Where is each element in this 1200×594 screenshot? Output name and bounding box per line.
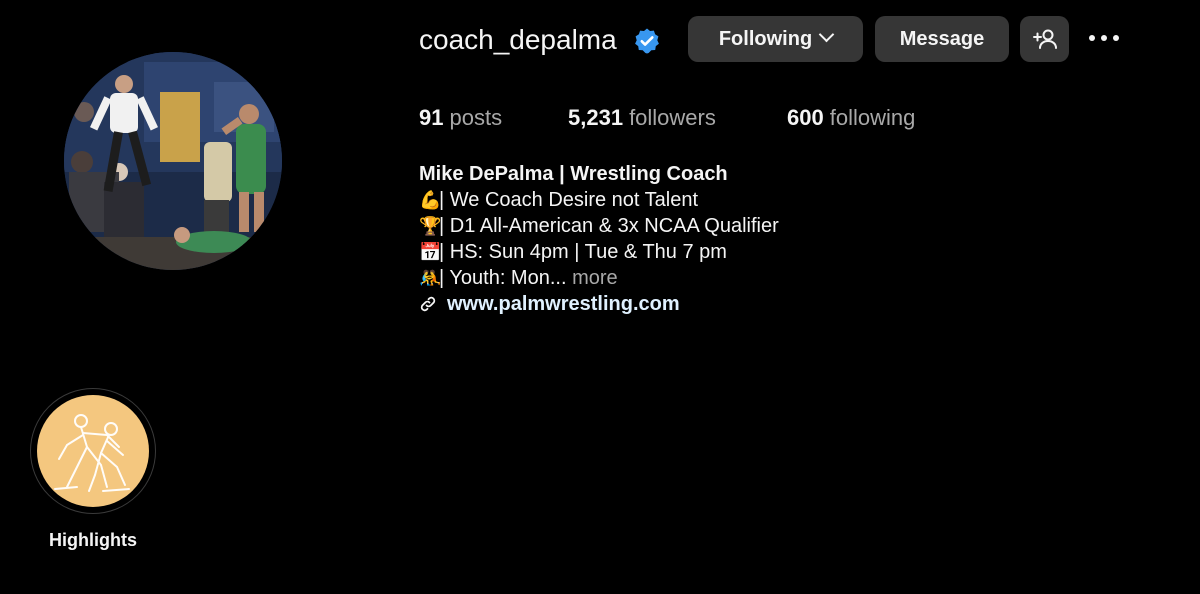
bio-line: 📅| HS: Sun 4pm | Tue & Thu 7 pm — [419, 239, 779, 265]
message-button[interactable]: Message — [875, 16, 1009, 62]
bio-line-text: | We Coach Desire not Talent — [439, 189, 699, 211]
profile-page: coach_depalma Following Message 91 posts … — [0, 0, 1200, 594]
bio-line: 🏆| D1 All-American & 3x NCAA Qualifier — [419, 213, 779, 239]
more-options-icon — [1089, 35, 1095, 41]
website-url: www.palmwrestling.com — [447, 293, 680, 315]
bio-line: 🤼| Youth: Mon... more — [419, 265, 779, 291]
profile-username: coach_depalma — [419, 24, 617, 55]
highlight-label: Highlights — [49, 530, 137, 550]
more-options-icon — [1101, 35, 1107, 41]
followers-label: followers — [629, 105, 716, 130]
posts-count: 91 posts — [419, 104, 502, 132]
following-button-label: Following — [718, 28, 813, 50]
following-number: 600 — [787, 105, 824, 130]
bio-more-link[interactable]: more — [572, 267, 618, 289]
verified-badge-icon — [635, 28, 659, 54]
following-label: following — [829, 105, 916, 130]
following-count[interactable]: 600 following — [787, 104, 915, 132]
bio-line: 💪| We Coach Desire not Talent — [419, 187, 779, 213]
profile-avatar[interactable] — [64, 52, 282, 270]
highlight-cover — [37, 395, 149, 507]
posts-label: posts — [449, 105, 503, 130]
bio-line-text: | D1 All-American & 3x NCAA Qualifier — [439, 215, 779, 237]
wrestlers-icon: 🤼 — [419, 268, 442, 288]
bio-line-text: | Youth: Mon... — [439, 267, 567, 289]
website-link[interactable]: www.palmwrestling.com — [419, 291, 779, 317]
bio-line-text: | HS: Sun 4pm | Tue & Thu 7 pm — [439, 241, 727, 263]
posts-number: 91 — [419, 105, 444, 130]
followers-number: 5,231 — [568, 105, 624, 130]
wrestlers-icon — [54, 414, 130, 492]
profile-bio: Mike DePalma | Wrestling Coach 💪| We Coa… — [419, 161, 779, 317]
bio-name: Mike DePalma | Wrestling Coach — [419, 163, 728, 185]
followers-count[interactable]: 5,231 followers — [568, 104, 716, 132]
chevron-down-icon — [818, 26, 835, 43]
more-options-button[interactable] — [1086, 28, 1122, 50]
add-user-button[interactable] — [1020, 16, 1069, 62]
trophy-icon: 🏆 — [419, 216, 442, 236]
calendar-icon: 📅 — [419, 242, 442, 262]
avatar-photo — [64, 52, 282, 270]
link-icon — [420, 296, 436, 312]
more-options-icon — [1113, 35, 1119, 41]
story-highlight[interactable] — [30, 388, 156, 514]
flexed-biceps-icon: 💪 — [419, 190, 442, 210]
add-person-icon — [1033, 29, 1057, 49]
following-button[interactable]: Following — [688, 16, 863, 62]
